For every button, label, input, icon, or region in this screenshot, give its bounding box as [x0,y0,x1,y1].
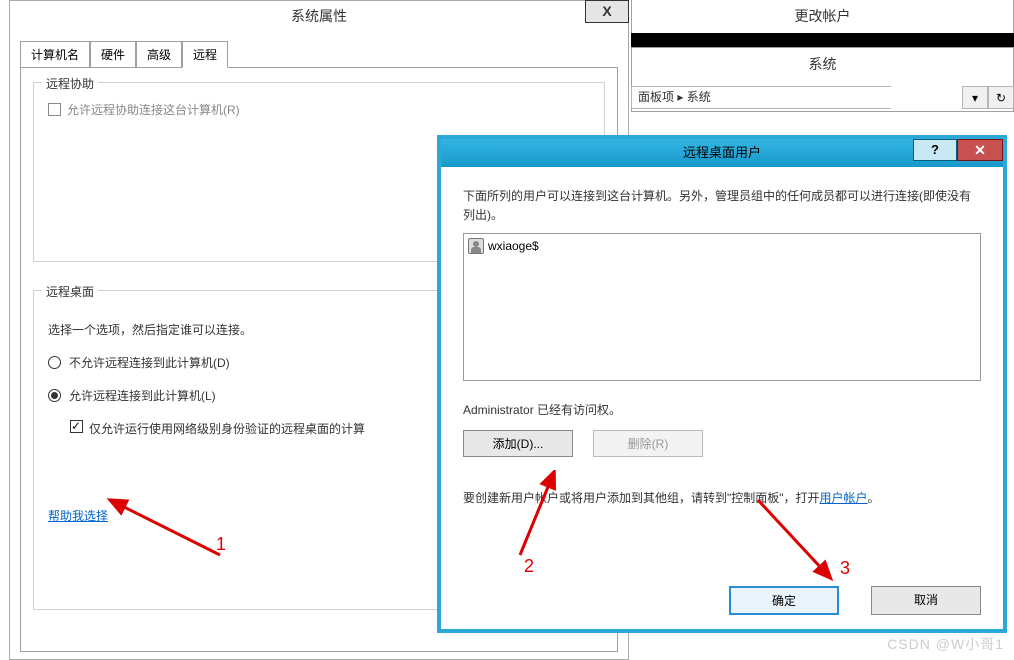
refresh-icon: ↻ [996,91,1006,105]
tab-computer-name[interactable]: 计算机名 [20,41,90,68]
allow-remote-assistance-checkbox[interactable] [48,103,61,116]
deny-remote-label: 不允许远程连接到此计算机(D) [69,354,230,371]
add-user-button[interactable]: 添加(D)... [463,430,573,457]
tab-label: 计算机名 [31,48,79,62]
help-icon: ? [931,142,939,157]
user-list-item[interactable]: wxiaoge$ [468,238,976,254]
rdu-titlebar: 远程桌面用户 ? ✕ [441,139,1003,167]
tab-label: 远程 [193,48,217,62]
allow-remote-radio[interactable] [48,389,61,402]
remote-desktop-users-dialog: 远程桌面用户 ? ✕ 下面所列的用户可以连接到这台计算机。另外，管理员组中的任何… [437,135,1007,633]
allow-remote-assistance-label: 允许远程协助连接这台计算机(R) [67,101,240,118]
tab-label: 硬件 [101,48,125,62]
tab-label: 高级 [147,48,171,62]
system-titlebar: 系统 [631,47,1014,81]
remove-user-button[interactable]: 删除(R) [593,430,703,457]
rdu-help-button[interactable]: ? [913,139,957,161]
remote-assistance-legend: 远程协助 [42,75,98,92]
allow-remote-label: 允许远程连接到此计算机(L) [69,387,216,404]
tab-hardware[interactable]: 硬件 [90,41,136,68]
refresh-button[interactable]: ↻ [988,86,1014,109]
admin-access-note: Administrator 已经有访问权。 [463,401,981,418]
close-icon: ✕ [974,142,986,158]
watermark: CSDN @W小哥1 [887,634,1004,654]
footnote-pre: 要创建新用户帐户或将用户添加到其他组，请转到"控制面板"，打开 [463,491,820,505]
rdu-footnote: 要创建新用户帐户或将用户添加到其他组，请转到"控制面板"，打开用户帐户。 [463,489,981,508]
change-account-title: 更改帐户 [795,8,851,24]
system-properties-title: 系统属性 [291,8,347,24]
add-user-label: 添加(D)... [493,437,544,451]
user-icon [468,238,484,254]
tab-advanced[interactable]: 高级 [136,41,182,68]
tab-strip: 计算机名 硬件 高级 远程 [20,40,618,67]
breadcrumb-dropdown-button[interactable]: ▾ [962,86,988,109]
remove-user-label: 删除(R) [628,437,669,451]
ok-button[interactable]: 确定 [729,586,839,615]
cancel-button[interactable]: 取消 [871,586,981,615]
help-me-choose-link[interactable]: 帮助我选择 [48,509,108,523]
breadcrumb-text: 面板项 ▸ 系统 [638,90,711,104]
remote-desktop-legend: 远程桌面 [42,283,98,300]
cancel-label: 取消 [914,593,938,607]
system-title: 系统 [809,56,837,72]
nla-only-checkbox[interactable] [70,420,83,433]
rdu-close-button[interactable]: ✕ [957,139,1003,161]
user-listbox[interactable]: wxiaoge$ [463,233,981,381]
chevron-down-icon: ▾ [972,91,978,105]
tab-remote[interactable]: 远程 [182,41,228,68]
footnote-post: 。 [868,491,880,505]
bg-divider [631,33,1014,47]
close-x-icon: X [602,3,611,19]
nla-only-label: 仅允许运行使用网络级别身份验证的远程桌面的计算 [89,420,365,437]
rdu-body: 下面所列的用户可以连接到这台计算机。另外，管理员组中的任何成员都可以进行连接(即… [441,167,1003,629]
system-properties-close-button[interactable]: X [585,0,629,23]
deny-remote-radio[interactable] [48,356,61,369]
system-properties-titlebar: 系统属性 X [9,0,629,30]
rdu-title: 远程桌面用户 [683,145,761,160]
user-name: wxiaoge$ [488,239,539,253]
breadcrumb[interactable]: 面板项 ▸ 系统 [631,86,891,109]
change-account-titlebar: 更改帐户 [631,0,1014,34]
rdu-description: 下面所列的用户可以连接到这台计算机。另外，管理员组中的任何成员都可以进行连接(即… [463,187,981,225]
ok-label: 确定 [772,594,796,608]
user-accounts-link[interactable]: 用户帐户 [820,491,868,505]
